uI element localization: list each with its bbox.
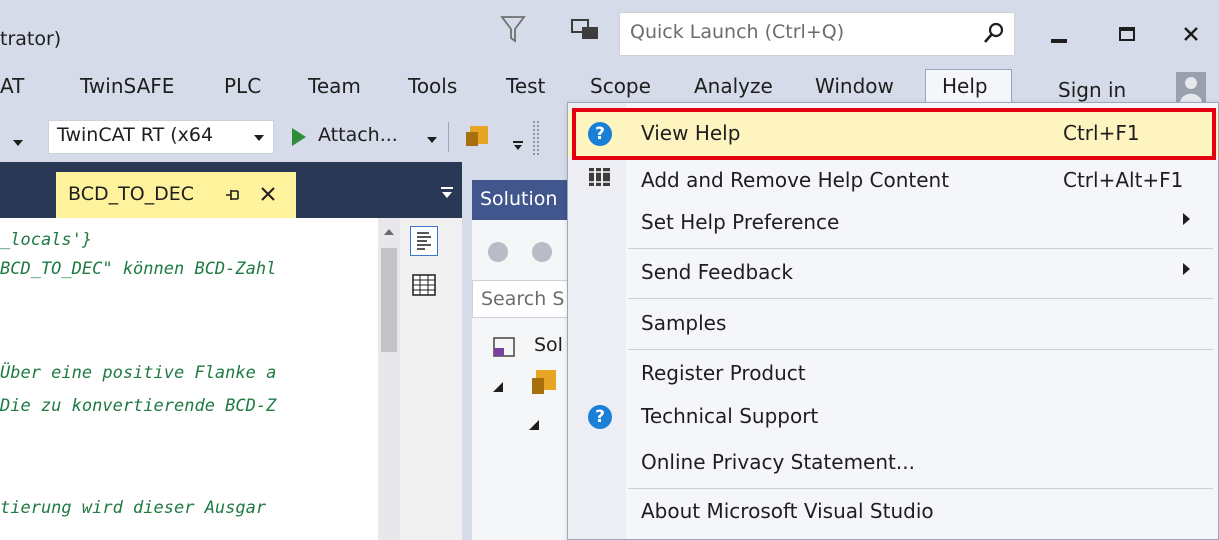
solution-search-placeholder: Search S [481,288,565,310]
minimize-icon [1051,39,1067,43]
menu-item-online-privacy-statement[interactable]: Online Privacy Statement... [568,440,1218,486]
feedback-icon[interactable] [570,18,600,48]
avatar[interactable] [1176,72,1206,102]
submenu-arrow-icon [1183,263,1190,275]
menu-help[interactable]: Help [942,74,988,98]
menu-team[interactable]: Team [308,74,361,98]
menu-item-about-visual-studio[interactable]: About Microsoft Visual Studio [568,489,1218,535]
menu-analyze[interactable]: Analyze [694,74,773,98]
code-line: tierung wird dieser Ausgar [0,498,267,518]
menu-twinsafe[interactable]: TwinSAFE [80,74,174,98]
menu-plc[interactable]: PLC [224,74,261,98]
tab-label: BCD_TO_DEC [68,183,195,205]
menu-item-register-product[interactable]: Register Product [568,351,1218,397]
menu-separator [628,349,1213,350]
close-tab-icon[interactable] [260,186,276,206]
solution-explorer-body: Sol [472,220,572,540]
close-icon [1184,27,1198,41]
menu-item-label: Register Product [641,361,806,385]
code-line: BCD_TO_DEC" können BCD-Zahl [0,259,277,279]
chevron-down-icon[interactable] [12,132,24,151]
solution-tree-item[interactable]: Sol [534,334,563,356]
twincat-config-icon[interactable] [462,122,492,156]
overflow-chevron-icon[interactable] [512,136,524,155]
code-editor[interactable]: _locals'} BCD_TO_DEC" können BCD-Zahl Üb… [0,218,400,540]
maximize-icon [1119,27,1135,41]
document-tab-bar: BCD_TO_DEC [0,162,462,218]
expand-arrow-icon[interactable] [492,378,504,397]
menu-item-set-help-preference[interactable]: Set Help Preference [568,200,1218,246]
quick-launch-input[interactable]: Quick Launch (Ctrl+Q) [619,12,1015,56]
attach-button[interactable]: Attach... [318,124,398,146]
menu-item-label: Samples [641,311,727,335]
solution-search-input[interactable]: Search S [472,280,572,318]
menu-item-label: Send Feedback [641,260,793,284]
maximize-button[interactable] [1104,14,1150,54]
forward-icon[interactable] [532,242,552,262]
filter-icon[interactable] [500,14,526,48]
scroll-up-icon[interactable] [383,228,395,236]
scrollbar-thumb[interactable] [381,248,397,352]
menu-scope[interactable]: Scope [590,74,651,98]
back-icon[interactable] [488,242,508,262]
twincat-project-icon [528,368,558,402]
play-icon[interactable] [290,126,308,152]
pin-icon[interactable] [224,186,242,208]
menu-item-add-remove-help-content[interactable]: Add and Remove Help Content Ctrl+Alt+F1 [568,158,1218,204]
menu-test[interactable]: Test [506,74,545,98]
platform-combo[interactable]: TwinCAT RT (x64 [48,120,274,154]
solution-explorer-header[interactable]: Solution [472,180,572,220]
toolbar-separator [448,122,449,152]
menu-item-label: Technical Support [641,404,819,428]
expand-arrow-icon[interactable] [528,416,540,435]
menu-window[interactable]: Window [815,74,894,98]
menu-item-technical-support[interactable]: ? Technical Support [568,394,1218,440]
highlight-box [572,108,1216,160]
menu-twincat[interactable]: AT [0,74,24,98]
menu-separator [628,298,1213,299]
menu-item-label: Add and Remove Help Content [641,168,950,192]
minimize-button[interactable] [1036,14,1082,54]
table-view-icon[interactable] [412,274,436,300]
menu-separator [628,248,1213,249]
chevron-down-icon [254,135,264,141]
search-icon[interactable] [982,21,1006,49]
menu-tools[interactable]: Tools [408,74,457,98]
menu-item-label: About Microsoft Visual Studio [641,499,934,523]
window-title: trator) [0,28,62,50]
text-view-icon[interactable] [410,226,438,256]
title-bar: trator) Quick Launch (Ctrl+Q) [0,0,1219,64]
tab-list-dropdown-icon[interactable] [440,184,454,203]
code-line: _locals'} [0,230,93,250]
close-button[interactable] [1168,14,1214,54]
help-dropdown-menu: ? View Help Ctrl+F1 Add and Remove Help … [567,102,1219,540]
tab-bcd-to-dec[interactable]: BCD_TO_DEC [56,172,296,218]
menu-item-send-feedback[interactable]: Send Feedback [568,250,1218,296]
menu-item-samples[interactable]: Samples [568,301,1218,347]
quick-launch-placeholder: Quick Launch (Ctrl+Q) [630,21,845,43]
toolbar-grip[interactable] [532,120,540,156]
solution-explorer-title: Solution [480,188,558,210]
submenu-arrow-icon [1183,213,1190,225]
sign-in-link[interactable]: Sign in [1058,78,1126,102]
platform-combo-value: TwinCAT RT (x64 [57,124,214,146]
solution-icon [492,336,516,362]
books-icon [588,166,612,192]
menu-item-label: Online Privacy Statement... [641,450,915,474]
editor-side-strip [400,218,462,540]
code-line: Über eine positive Flanke a [0,363,277,383]
code-line: Die zu konvertierende BCD-Z [0,396,277,416]
menu-item-label: Set Help Preference [641,210,840,234]
help-circle-icon: ? [588,405,612,429]
chevron-down-icon[interactable] [426,136,438,144]
menu-item-shortcut: Ctrl+Alt+F1 [1063,168,1184,192]
